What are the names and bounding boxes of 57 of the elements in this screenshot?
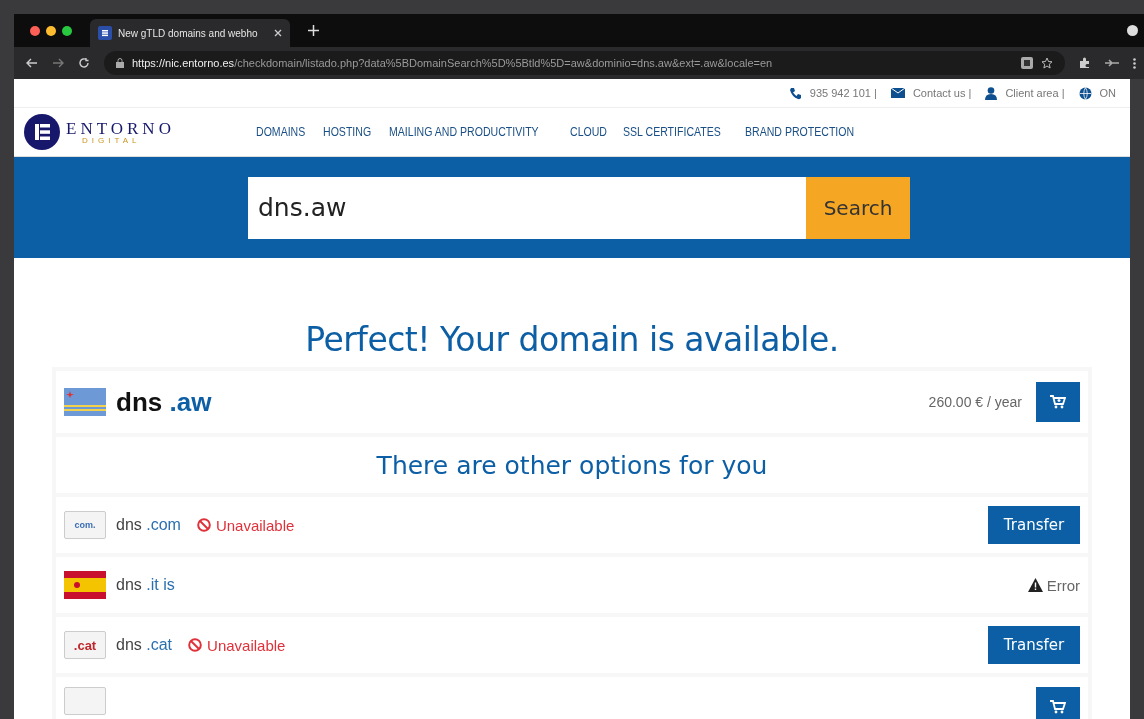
status-text: Unavailable xyxy=(207,636,286,654)
add-to-cart-button[interactable] xyxy=(1036,687,1080,719)
status-text: Error xyxy=(1046,576,1080,594)
transfer-button[interactable]: Transfer xyxy=(988,626,1080,664)
nav-link[interactable]: DOMAINS xyxy=(256,125,306,139)
search-button[interactable]: Search xyxy=(806,176,910,239)
flag-icon xyxy=(64,571,106,599)
logo-tagline: DIGITAL xyxy=(81,136,142,145)
section-heading: There are other options for you xyxy=(56,437,1088,493)
mail-icon xyxy=(890,88,905,98)
star-icon[interactable] xyxy=(1041,57,1053,69)
profile-icon[interactable] xyxy=(1127,25,1138,36)
nav-link[interactable]: SSL CERTIFICATES xyxy=(622,125,721,139)
availability-headline: Perfect! Your domain is available. xyxy=(304,320,840,359)
domain-name: dns .cat xyxy=(116,636,173,654)
tld-badge: .cat xyxy=(64,631,106,659)
nav-link[interactable]: MAILING AND PRODUCTIVITY xyxy=(388,125,539,139)
close-icon[interactable] xyxy=(274,29,282,37)
reload-icon[interactable] xyxy=(78,57,90,69)
cart-icon xyxy=(1050,395,1066,409)
topbar-link[interactable]: 935 942 101 | xyxy=(809,87,877,99)
browser-tab[interactable]: New gTLD domains and webho xyxy=(90,19,290,47)
tld-badge: com. xyxy=(64,511,106,539)
new-tab-icon[interactable] xyxy=(308,25,319,36)
domain-name: dns .aw xyxy=(116,386,212,418)
nav-link[interactable]: BRAND PROTECTION xyxy=(744,125,854,139)
address-field[interactable]: https://nic.entorno.es/checkdomain/listado.php?data%5BDomainSearch%5D%5Btld%5D=aw&dominio=dns.aw&ext=.aw&locale=en xyxy=(104,51,1065,75)
topbar-link[interactable]: Client area | xyxy=(1005,87,1065,99)
domain-name: dns .com xyxy=(116,516,181,534)
back-icon[interactable] xyxy=(26,58,38,68)
puzzle-icon[interactable] xyxy=(1079,57,1091,69)
menu-icon[interactable] xyxy=(1133,57,1136,69)
prohibited-icon xyxy=(196,518,211,532)
flag-icon xyxy=(64,388,106,416)
topbar-link[interactable]: ON xyxy=(1099,87,1116,99)
globe-icon xyxy=(1078,86,1092,100)
add-to-cart-button[interactable] xyxy=(1036,382,1080,422)
warning-icon xyxy=(1027,578,1043,592)
status-text: Unavailable xyxy=(215,516,295,534)
lock-icon xyxy=(116,58,124,68)
window-controls-icon[interactable] xyxy=(30,25,72,36)
user-icon xyxy=(985,86,998,100)
price-text: 260.00 € / year xyxy=(928,394,1022,410)
domain-name: dns .it is xyxy=(116,576,175,594)
phone-icon xyxy=(788,86,802,100)
logo-wordmark: ENTORNO xyxy=(66,119,175,137)
transfer-button[interactable]: Transfer xyxy=(988,506,1080,544)
favicon-icon xyxy=(98,26,112,40)
forward-icon[interactable] xyxy=(52,58,64,68)
search-field[interactable]: dns.aw xyxy=(248,176,806,239)
cart-icon xyxy=(1050,700,1066,714)
nav-link[interactable]: HOSTING xyxy=(323,125,372,139)
topbar-link[interactable]: Contact us | xyxy=(912,87,972,99)
nav-link[interactable]: CLOUD xyxy=(569,125,607,139)
prohibited-icon xyxy=(188,638,203,652)
tld-badge xyxy=(64,687,106,715)
logo-icon xyxy=(24,114,60,150)
